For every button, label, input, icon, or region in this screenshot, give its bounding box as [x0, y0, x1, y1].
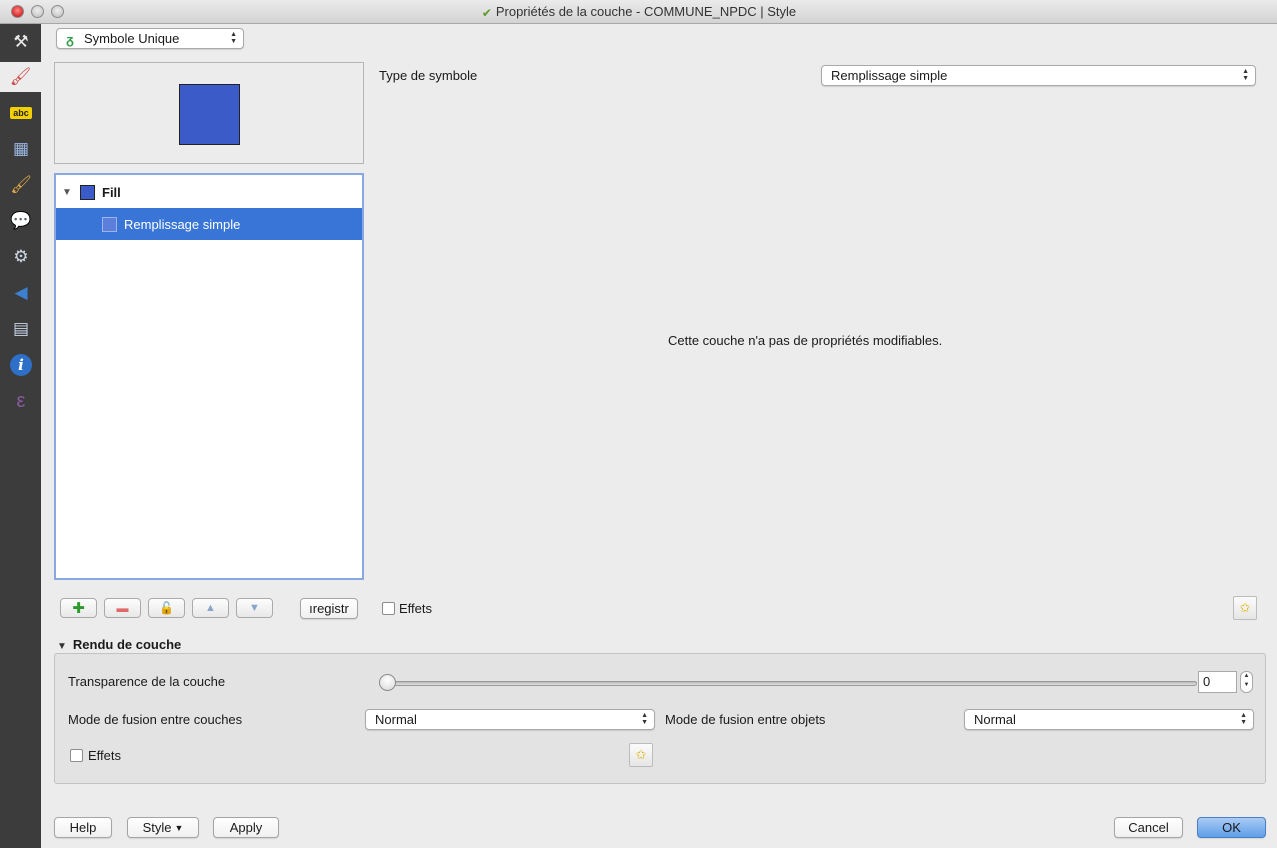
layer-blend-label: Mode de fusion entre couches — [68, 712, 243, 727]
lock-layer-button[interactable]: 🔓 — [148, 598, 185, 618]
transparency-stepper[interactable]: ▲ ▼ — [1240, 671, 1253, 693]
tree-item-simple-fill[interactable]: Remplissage simple — [56, 208, 362, 240]
feature-blend-label: Mode de fusion entre objets — [665, 712, 826, 727]
move-up-button[interactable]: ▲ — [192, 598, 229, 618]
ok-button[interactable]: OK — [1197, 817, 1266, 838]
transparency-label: Transparence de la couche — [68, 674, 226, 689]
renderer-select-value: Symbole Unique — [84, 31, 180, 46]
joins-icon[interactable]: ◀ — [6, 278, 36, 308]
transparency-value: 0 — [1203, 674, 1211, 689]
qgis-icon: ✔ — [481, 6, 492, 20]
help-button[interactable]: Help — [54, 817, 112, 838]
layer-rendering-group: Transparence de la couche 0 ▲ ▼ Mode de f… — [54, 653, 1266, 784]
transparency-slider-handle[interactable] — [379, 674, 396, 691]
tree-item-fill[interactable]: ▼ Fill — [56, 176, 362, 208]
layer-rendering-header[interactable]: ▼ Rendu de couche — [57, 637, 181, 652]
layer-blend-value: Normal — [375, 712, 417, 727]
style-button-label: Style — [142, 820, 172, 835]
apply-button-label: Apply — [229, 820, 263, 835]
expand-triangle-icon[interactable]: ▼ — [62, 187, 72, 198]
move-down-button[interactable]: ▼ — [236, 598, 273, 618]
layer-effects-label: Effets — [88, 748, 122, 763]
tree-item-simple-fill-label: Remplissage simple — [124, 216, 241, 232]
symbol-preview — [54, 62, 364, 164]
select-arrows-icon: ▲ ▼ — [230, 31, 237, 45]
general-icon[interactable]: ⚒ — [6, 27, 36, 57]
remove-layer-button[interactable]: ▬ — [104, 598, 141, 618]
fields-icon[interactable]: ▦ — [6, 134, 36, 164]
labels-icon[interactable]: abc — [6, 98, 36, 128]
window-title-text: Propriétés de la couche - COMMUNE_NPDC |… — [495, 4, 797, 19]
style-menu-button[interactable]: Style ▼ — [127, 817, 199, 838]
tree-item-fill-label: Fill — [102, 184, 121, 200]
rendering-icon[interactable]: 🖌 — [6, 170, 36, 200]
apply-button[interactable]: Apply — [213, 817, 279, 838]
save-symbol-button[interactable]: ıregistr — [300, 598, 358, 619]
star-icon: ✩ — [635, 747, 647, 762]
metadata-icon[interactable]: i — [6, 350, 36, 380]
feature-blend-value: Normal — [974, 712, 1016, 727]
select-arrows-icon: ▲ ▼ — [641, 712, 648, 726]
cancel-button-label: Cancel — [1128, 820, 1169, 835]
cancel-button[interactable]: Cancel — [1114, 817, 1183, 838]
style-panel: ᵹ Symbole Unique ▲ ▼ ▼ Fill Remplissage s… — [41, 24, 1277, 848]
symbol-type-select[interactable]: Remplissage simple ▲ ▼ — [821, 65, 1256, 86]
layer-effects-checkbox[interactable] — [70, 749, 83, 762]
diagrams-icon[interactable]: ▤ — [6, 314, 36, 344]
transparency-slider-track[interactable] — [379, 681, 1197, 686]
properties-sidebar: ⚒ 🖌 abc ▦ 🖌 💬 ⚙ ◀ ▤ i ε ˄ — [0, 24, 46, 848]
help-button-label: Help — [69, 820, 97, 835]
feature-blend-select[interactable]: Normal ▲ ▼ — [964, 709, 1254, 730]
dropdown-arrow-icon: ▼ — [174, 822, 184, 833]
layer-effects-star-button[interactable]: ✩ — [629, 743, 653, 767]
star-icon: ✩ — [1239, 600, 1251, 615]
symbol-type-select-value: Remplissage simple — [831, 68, 948, 83]
display-icon[interactable]: 💬 — [6, 206, 36, 236]
window-title: ✔ Propriétés de la couche - COMMUNE_NPDC … — [0, 4, 1277, 20]
add-layer-button[interactable]: ✚ — [60, 598, 97, 618]
symbol-preview-square — [179, 84, 240, 145]
actions-icon[interactable]: ⚙ — [6, 242, 36, 272]
fill-swatch — [80, 184, 95, 200]
select-arrows-icon: ▲ ▼ — [1240, 712, 1247, 726]
variables-icon[interactable]: ε — [6, 386, 36, 416]
symbol-effects-star-button[interactable]: ✩ — [1233, 596, 1257, 620]
collapse-triangle-icon: ▼ — [57, 641, 67, 652]
title-bar: ✔ Propriétés de la couche - COMMUNE_NPDC … — [0, 0, 1277, 24]
transparency-spinbox[interactable]: 0 — [1198, 671, 1237, 693]
no-properties-message: Cette couche n'a pas de propriétés modif… — [668, 333, 943, 348]
symbol-effects-label: Effets — [399, 601, 433, 616]
save-symbol-button-label: ıregistr — [309, 601, 349, 616]
renderer-icon: ᵹ — [66, 32, 74, 47]
symbol-effects-checkbox[interactable] — [382, 602, 395, 615]
style-icon[interactable]: 🖌 — [0, 62, 41, 92]
symbol-layer-tree[interactable]: ▼ Fill Remplissage simple — [54, 173, 364, 580]
select-arrows-icon: ▲ ▼ — [1242, 68, 1249, 82]
layer-blend-select[interactable]: Normal ▲ ▼ — [365, 709, 655, 730]
renderer-select[interactable]: ᵹ Symbole Unique ▲ ▼ — [56, 28, 244, 49]
simple-fill-swatch — [102, 216, 117, 232]
ok-button-label: OK — [1222, 820, 1241, 835]
symbol-type-label: Type de symbole — [379, 68, 478, 83]
layer-rendering-header-label: Rendu de couche — [72, 637, 182, 652]
